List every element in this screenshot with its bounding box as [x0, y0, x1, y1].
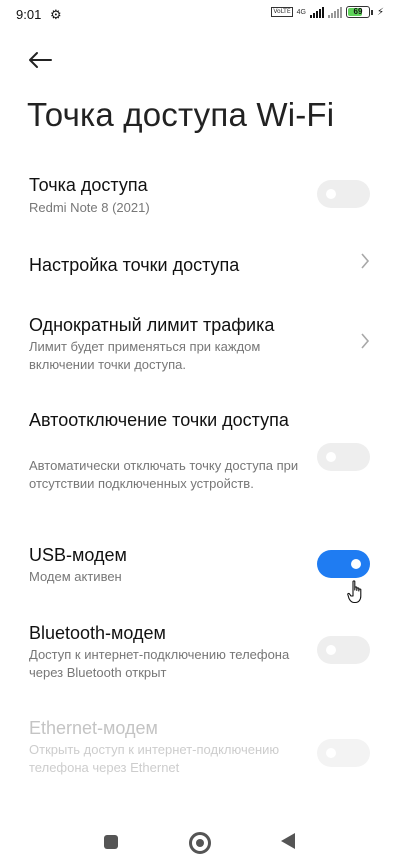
row-data-limit[interactable]: Однократный лимит трафика Лимит будет пр…: [0, 312, 400, 378]
row-usb-modem-title: USB-модем: [29, 545, 127, 565]
row-hotspot-title: Точка доступа: [29, 175, 148, 195]
row-hotspot-settings[interactable]: Настройка точки доступа: [0, 250, 400, 280]
usb-modem-toggle[interactable]: [317, 550, 370, 578]
recent-apps-button[interactable]: [104, 835, 118, 849]
battery-tip: [370, 9, 373, 15]
hotspot-toggle[interactable]: [317, 180, 370, 208]
row-ethernet-modem: Ethernet-модем Открыть доступ к интернет…: [0, 715, 400, 795]
signal-icon: [309, 6, 324, 18]
row-usb-modem-subtitle: Модем активен: [29, 569, 122, 584]
volte-icon: VoLTE: [271, 7, 293, 17]
row-bluetooth-modem[interactable]: Bluetooth-модем Доступ к интернет-подклю…: [0, 620, 400, 686]
battery-icon: 69: [345, 6, 370, 18]
ethernet-modem-toggle: [317, 739, 370, 767]
arrow-left-icon: [29, 52, 52, 68]
row-bluetooth-modem-subtitle: Доступ к интернет-подключению телефона ч…: [29, 647, 290, 680]
battery-level: 69: [353, 7, 363, 16]
row-auto-off-title: Автоотключение точки доступа: [29, 410, 289, 430]
status-bar: 9:01 ⚙ VoLTE 4G 69 ⚡: [0, 0, 400, 30]
signal-icon-2: [327, 6, 342, 18]
home-button[interactable]: [189, 832, 211, 854]
chevron-right-icon: [360, 252, 370, 275]
row-bluetooth-modem-title: Bluetooth-модем: [29, 623, 166, 643]
auto-off-toggle[interactable]: [317, 443, 370, 471]
chevron-right-icon: [360, 332, 370, 355]
row-auto-off[interactable]: Автоотключение точки доступа Автоматичес…: [0, 407, 400, 511]
nav-back-button[interactable]: [281, 833, 295, 849]
row-data-limit-subtitle: Лимит будет применяться при каждом включ…: [29, 339, 261, 372]
charging-icon: ⚡: [376, 6, 384, 18]
back-button[interactable]: [22, 45, 58, 75]
home-icon: [196, 839, 204, 847]
row-ethernet-modem-subtitle: Открыть доступ к интернет-подключению те…: [29, 742, 280, 775]
row-data-limit-title: Однократный лимит трафика: [29, 315, 275, 335]
row-hotspot[interactable]: Точка доступа Redmi Note 8 (2021): [0, 170, 400, 226]
row-ethernet-modem-title: Ethernet-модем: [29, 718, 158, 738]
row-hotspot-subtitle: Redmi Note 8 (2021): [29, 200, 150, 215]
gear-icon: ⚙: [50, 7, 62, 22]
status-time: 9:01: [16, 7, 42, 22]
row-auto-off-subtitle: Автоматически отключать точку доступа пр…: [29, 458, 299, 491]
row-usb-modem[interactable]: USB-модем Модем активен: [0, 542, 400, 590]
page-title: Точка доступа Wi-Fi: [27, 96, 335, 133]
hand-cursor-icon: [347, 580, 362, 604]
status-icons: VoLTE 4G 69 ⚡: [271, 6, 384, 18]
row-hotspot-settings-title: Настройка точки доступа: [29, 255, 240, 275]
bluetooth-modem-toggle[interactable]: [317, 636, 370, 664]
network-type: 4G: [296, 8, 306, 16]
